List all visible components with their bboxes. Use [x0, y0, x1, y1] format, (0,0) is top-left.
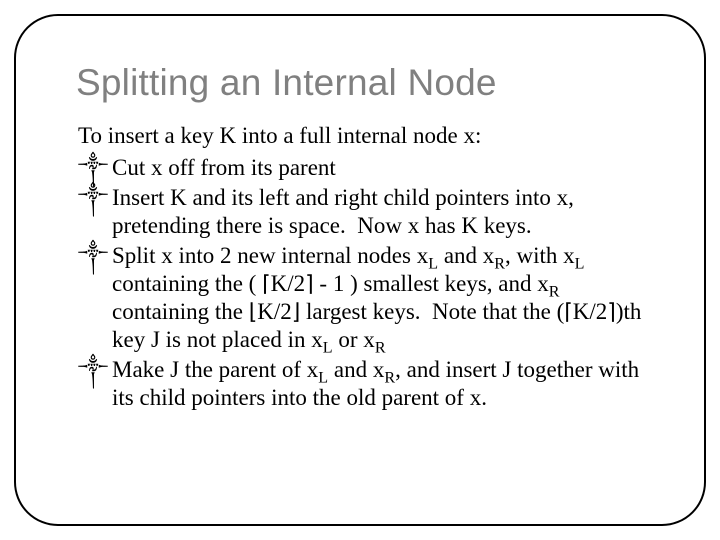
- t3k2c: K/2: [573, 299, 608, 324]
- t3p5: - 1 ) smallest keys, and x: [314, 271, 549, 296]
- t3p7: largest keys. Note that the (: [300, 299, 564, 324]
- sub-L: L: [575, 256, 585, 273]
- list-item: ༒ Split x into 2 new internal nodes x L a…: [78, 242, 642, 354]
- slide-title: Splitting an Internal Node: [76, 62, 684, 104]
- item-text-2: Insert K and its left and right child po…: [112, 184, 642, 240]
- ceil-left-icon: ⌈: [564, 299, 573, 324]
- floor-left-icon: ⌊: [249, 299, 258, 324]
- list-item: ༒ Make J the parent of xL and xR, and in…: [78, 356, 642, 412]
- item-text-1: Cut x off from its parent: [112, 154, 642, 182]
- ceil-right-icon: ⌉: [607, 299, 616, 324]
- t3p2: and x: [438, 243, 494, 268]
- floor-right-icon: ⌋: [292, 299, 301, 324]
- ceil-right-icon: ⌉: [305, 271, 314, 296]
- t3p9: or x: [333, 327, 375, 352]
- t4p1: Make J the parent of x: [112, 357, 318, 382]
- t3k2a: K/2: [271, 271, 306, 296]
- ceil-left-icon: ⌈: [262, 271, 271, 296]
- list-item: ༒ Cut x off from its parent: [78, 154, 642, 182]
- item-text-3: Split x into 2 new internal nodes x L and…: [112, 242, 642, 354]
- t3p1: Split x into 2 new internal nodes x: [112, 243, 428, 268]
- bullet-icon: ༒: [78, 356, 108, 384]
- item-text-4: Make J the parent of xL and xR, and inse…: [112, 356, 642, 412]
- sub-L: L: [323, 340, 333, 357]
- t4p2: and x: [328, 357, 384, 382]
- bullet-icon: ༒: [78, 184, 108, 212]
- list-item: ༒ Insert K and its left and right child …: [78, 184, 642, 240]
- t3k2b: K/2: [257, 299, 292, 324]
- bullet-icon: ༒: [78, 242, 108, 270]
- t3p3: , with x: [505, 243, 575, 268]
- lead-sentence: To insert a key K into a full internal n…: [78, 122, 642, 150]
- bullet-icon: ༒: [78, 154, 108, 182]
- slide-content: To insert a key K into a full internal n…: [78, 122, 642, 412]
- slide: Splitting an Internal Node To insert a k…: [0, 0, 720, 540]
- t3p4: containing the (: [112, 271, 262, 296]
- sub-R: R: [375, 340, 386, 357]
- t3p6: containing the: [112, 299, 249, 324]
